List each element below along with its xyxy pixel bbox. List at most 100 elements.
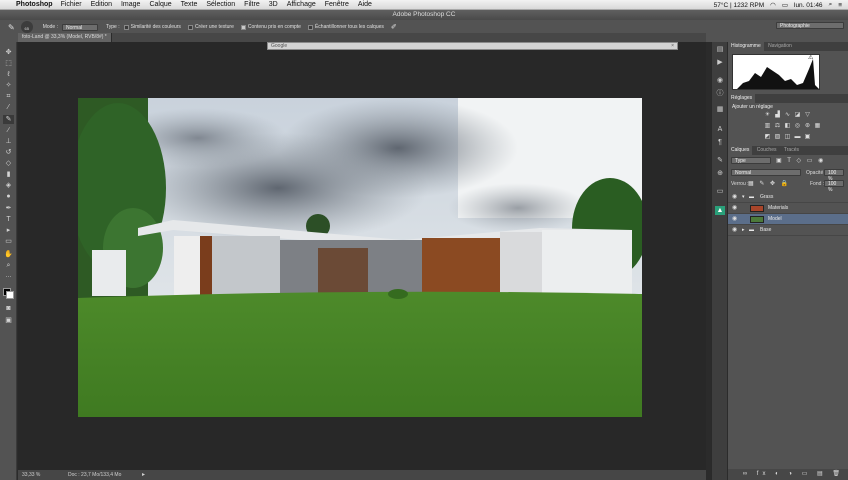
color-balance-icon[interactable]: ⚖ [774,123,781,130]
move-tool-icon[interactable]: ✥ [3,48,14,57]
shape-tool-icon[interactable]: ▭ [3,237,14,246]
posterize-icon[interactable]: ▨ [774,134,781,141]
menu-texte[interactable]: Texte [181,1,198,8]
healing-brush-tool-icon[interactable]: ✎ [3,115,14,124]
gradient-tool-icon[interactable]: ▮ [3,170,14,179]
menu-calque[interactable]: Calque [149,1,171,8]
history-icon[interactable]: ▤ [715,45,725,54]
curves-icon[interactable]: ∿ [784,112,791,119]
menu-fichier[interactable]: Fichier [61,1,82,8]
photo-filter-icon[interactable]: ◎ [794,123,801,130]
tab-navigation[interactable]: Navigation [765,42,795,51]
tab-adjustments[interactable]: Réglages [728,94,756,103]
gradient-map-icon[interactable]: ▬ [794,134,801,141]
mode-select[interactable]: Normal [62,23,98,31]
histogram-warning-icon[interactable]: ⚠ [808,54,813,61]
background-color-swatch[interactable] [6,291,14,299]
pen-tool-icon[interactable]: ✒ [3,204,14,213]
layer-model[interactable]: ◉ Model [728,214,848,225]
invert-icon[interactable]: ◩ [764,134,771,141]
workspace-select[interactable]: Photographie [776,22,844,29]
opacity-input[interactable]: 100 % [824,169,844,182]
exposure-icon[interactable]: ◪ [794,112,801,119]
menu-aide[interactable]: Aide [358,1,372,8]
menu-affichage[interactable]: Affichage [287,1,316,8]
menu-selection[interactable]: Sélection [206,1,235,8]
actions-icon[interactable]: ▶ [715,58,725,67]
expand-triangle-icon[interactable]: ▸ [742,225,745,236]
brush-presets-icon[interactable]: ✎ [715,156,725,165]
eraser-tool-icon[interactable]: ◇ [3,159,14,168]
visibility-eye-icon[interactable]: ◉ [732,214,737,225]
sample-all-layers-checkbox[interactable] [307,24,313,30]
tab-paths[interactable]: Tracés [781,146,802,155]
layer-materials[interactable]: ◉ Materials [728,203,848,214]
notification-icon[interactable]: ≡ [838,2,842,9]
menu-3d[interactable]: 3D [269,1,278,8]
layers-footer-icons[interactable]: ∞ fx ◐ ◑ ▭ ▤ 🗑 [728,469,848,480]
pressure-icon[interactable]: ✐ [391,23,397,31]
info-icon[interactable]: ⓘ [715,89,725,98]
close-icon[interactable]: × [671,43,674,50]
layer-filter-icons[interactable]: ▣ T ◇ ▭ ◉ [776,157,825,164]
path-select-tool-icon[interactable]: ▸ [3,226,14,235]
wifi-icon[interactable]: ◠ [770,1,776,9]
type-tool-icon[interactable]: T [3,215,14,224]
layer-base[interactable]: ◉ ▸ ▬ Base [728,225,848,236]
brightness-icon[interactable]: ☀ [764,112,771,119]
document-tab[interactable]: foto-Land @ 33,3% (Model, RVB/8#) * [18,33,112,42]
character-icon[interactable]: A [715,125,725,134]
threshold-icon[interactable]: ◫ [784,134,791,141]
google-floating-bar[interactable]: Google × [267,42,678,50]
radio-texture[interactable] [187,24,193,30]
expand-triangle-icon[interactable]: ▾ [742,192,745,203]
lock-icons[interactable]: ▦ ✎ ✥ 🔒 [748,180,790,187]
paragraph-icon[interactable]: ¶ [715,138,725,147]
zoom-level[interactable]: 33,33 % [22,470,40,480]
menu-image[interactable]: Image [121,1,140,8]
hand-tool-icon[interactable]: ✋ [3,250,14,259]
visibility-eye-icon[interactable]: ◉ [732,203,737,214]
levels-icon[interactable]: ▟ [774,112,781,119]
libraries-icon[interactable]: ▲ [715,206,725,215]
brush-tool-icon[interactable]: ∕ [3,126,14,135]
brush-size-picker[interactable]: 65 [20,21,33,33]
clock[interactable]: lun. 01:46 [794,2,823,9]
more-tools-icon[interactable]: … [3,272,14,281]
menu-fenetre[interactable]: Fenêtre [325,1,349,8]
document-canvas[interactable] [78,98,642,417]
history-brush-tool-icon[interactable]: ↺ [3,148,14,157]
tab-layers[interactable]: Calques [728,146,753,155]
lasso-tool-icon[interactable]: ℓ [3,70,14,79]
color-lookup-icon[interactable]: ▦ [814,123,821,130]
quick-select-tool-icon[interactable]: ✧ [3,81,14,90]
eyedropper-tool-icon[interactable]: ⁄ [3,103,14,112]
zoom-tool-icon[interactable]: ⌕ [3,261,14,270]
screen-mode-icon[interactable]: ▣ [3,316,14,325]
healing-brush-tool-icon[interactable]: ✎ [8,23,15,32]
marquee-tool-icon[interactable]: ⬚ [3,59,14,68]
folder-icon[interactable]: ▭ [715,187,725,196]
tab-histogram[interactable]: Histogramme [728,42,764,51]
clone-source-icon[interactable]: ⊕ [715,169,725,178]
selective-color-icon[interactable]: ▣ [804,134,811,141]
menu-filtre[interactable]: Filtre [244,1,260,8]
crop-tool-icon[interactable]: ⌗ [3,92,14,101]
search-icon[interactable]: ⌕ [829,1,833,9]
radio-content-aware[interactable] [240,24,246,30]
menu-edition[interactable]: Edition [91,1,112,8]
tab-channels[interactable]: Couches [754,146,780,155]
layer-kind-filter[interactable]: Type [731,157,771,164]
temperature-status[interactable]: 57°C | 1232 RPM [714,2,765,9]
visibility-eye-icon[interactable]: ◉ [732,192,737,203]
blur-tool-icon[interactable]: ◈ [3,181,14,190]
hue-saturation-icon[interactable]: ▥ [764,123,771,130]
layer-grass[interactable]: ◉ ▾ ▬ Grass [728,192,848,203]
radio-similarity[interactable] [123,24,129,30]
dodge-tool-icon[interactable]: ● [3,192,14,201]
battery-icon[interactable]: ▭ [782,1,788,9]
quick-mask-icon[interactable]: ◙ [3,304,14,313]
visibility-eye-icon[interactable]: ◉ [732,225,737,236]
black-white-icon[interactable]: ◧ [784,123,791,130]
clone-stamp-tool-icon[interactable]: ⊥ [3,137,14,146]
